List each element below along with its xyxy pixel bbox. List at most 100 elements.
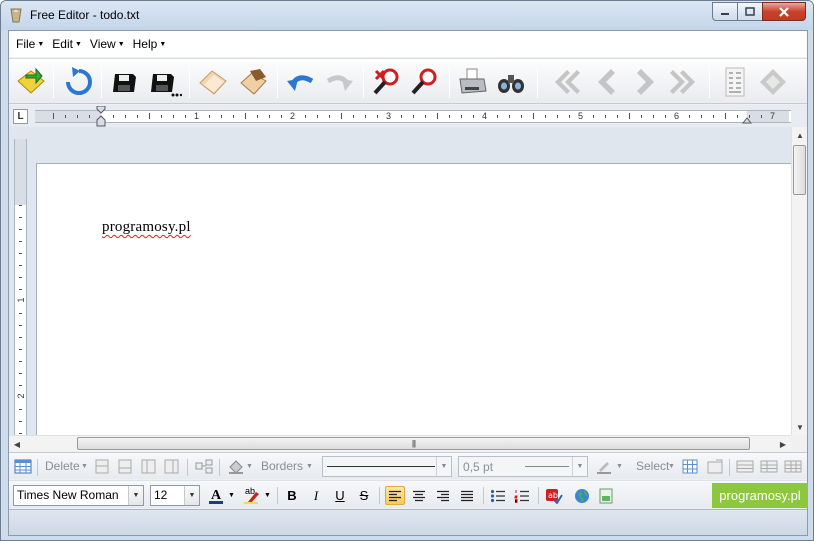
menu-file-label: File	[16, 37, 36, 51]
find-button[interactable]	[369, 64, 405, 100]
document-page[interactable]: programosy.pl	[36, 163, 792, 435]
diamond-button[interactable]	[755, 64, 791, 100]
vertical-scroll-thumb[interactable]	[793, 145, 806, 195]
horizontal-ruler[interactable]: 1 2 3 4 5 6 7	[35, 106, 791, 127]
maximize-button[interactable]	[737, 2, 763, 21]
vertical-scrollbar[interactable]: ▲ ▼	[791, 127, 807, 435]
underline-button[interactable]: U	[330, 486, 350, 505]
replace-button[interactable]	[407, 64, 443, 100]
font-name-combo[interactable]: Times New Roman ▼	[13, 485, 144, 506]
highlight-button[interactable]: ab	[240, 486, 260, 505]
chevron-down-icon[interactable]: ▼	[572, 457, 587, 476]
insert-column-right-icon[interactable]	[163, 458, 181, 475]
insert-row-above-icon[interactable]	[93, 458, 111, 475]
ruler-tick	[65, 115, 66, 118]
search-button[interactable]	[493, 64, 529, 100]
table-style-1-icon[interactable]	[736, 458, 754, 475]
save-icon	[113, 74, 136, 92]
save-as-button[interactable]	[147, 64, 183, 100]
menu-help[interactable]: Help ▼	[130, 37, 170, 51]
app-icon	[10, 8, 22, 23]
menu-view[interactable]: View ▼	[87, 37, 128, 51]
chevron-down-icon[interactable]: ▼	[128, 486, 143, 505]
bullet-list-button[interactable]	[488, 486, 508, 505]
insert-column-left-icon[interactable]	[140, 458, 158, 475]
table-properties-icon[interactable]	[706, 458, 724, 475]
ruler-tick	[641, 115, 642, 118]
align-left-button[interactable]	[385, 486, 405, 505]
last-page-button[interactable]	[665, 64, 701, 100]
document-text[interactable]: programosy.pl	[102, 219, 191, 236]
bold-button[interactable]: B	[282, 486, 302, 505]
ruler-tick	[113, 115, 114, 118]
spell-check-icon: ab	[546, 488, 563, 504]
page-layout-button[interactable]	[717, 64, 753, 100]
paste-button[interactable]	[235, 64, 271, 100]
align-right-button[interactable]	[433, 486, 453, 505]
redo-button[interactable]	[321, 64, 357, 100]
delete-label[interactable]: Delete	[45, 459, 80, 473]
undo-icon	[287, 75, 314, 91]
align-center-button[interactable]	[409, 486, 429, 505]
reload-button[interactable]	[61, 64, 97, 100]
table-style-3-icon[interactable]	[784, 458, 802, 475]
previous-page-icon	[598, 69, 615, 95]
select-label[interactable]: Select	[636, 459, 669, 473]
table-style-2-icon[interactable]	[760, 458, 778, 475]
undo-button[interactable]	[283, 64, 319, 100]
chevron-down-icon[interactable]: ▼	[668, 463, 675, 470]
spell-check-button[interactable]: ab	[544, 486, 564, 505]
scroll-down-icon[interactable]: ▼	[792, 419, 808, 435]
chevron-down-icon[interactable]: ▼	[81, 463, 88, 470]
insert-row-below-icon[interactable]	[116, 458, 134, 475]
first-page-button[interactable]	[549, 64, 585, 100]
justify-button[interactable]	[457, 486, 477, 505]
menu-edit[interactable]: Edit ▼	[49, 37, 85, 51]
title-bar[interactable]: Free Editor - todo.txt	[1, 1, 813, 30]
chevron-down-icon[interactable]: ▼	[306, 463, 313, 470]
close-button[interactable]	[762, 2, 806, 21]
copy-button[interactable]	[195, 64, 231, 100]
ruler-number: 1	[194, 111, 200, 121]
insert-table-icon[interactable]	[14, 458, 32, 475]
font-size-combo[interactable]: 12 ▼	[150, 485, 200, 506]
chevron-down-icon[interactable]: ▼	[246, 463, 253, 470]
print-button[interactable]	[455, 64, 491, 100]
border-width-combo[interactable]: 0,5 pt ▼	[458, 456, 588, 477]
next-page-button[interactable]	[627, 64, 663, 100]
new-document-button[interactable]	[13, 64, 49, 100]
chevron-down-icon[interactable]: ▼	[228, 492, 235, 499]
indent-marker-icon[interactable]	[96, 106, 106, 127]
font-color-button[interactable]: A	[206, 486, 226, 505]
justify-icon	[461, 490, 473, 501]
chevron-down-icon[interactable]: ▼	[616, 463, 623, 470]
save-button[interactable]	[107, 64, 143, 100]
borders-label[interactable]: Borders	[261, 459, 303, 473]
split-cells-icon[interactable]	[195, 458, 213, 475]
cell-shading-icon[interactable]	[227, 458, 245, 475]
scroll-left-icon[interactable]: ◀	[9, 436, 25, 452]
strikethrough-button[interactable]: S	[354, 486, 374, 505]
chevron-down-icon[interactable]: ▼	[184, 486, 199, 505]
vertical-ruler[interactable]: 12	[14, 139, 27, 435]
numbered-list-button[interactable]	[512, 486, 532, 505]
border-color-icon[interactable]	[595, 458, 613, 475]
previous-page-button[interactable]	[589, 64, 625, 100]
right-indent-marker-icon[interactable]	[742, 115, 752, 124]
table-grid-icon[interactable]	[681, 458, 699, 475]
chevron-down-icon[interactable]: ▼	[264, 492, 271, 499]
horizontal-scrollbar[interactable]: ◀ ||| ▶	[9, 435, 791, 451]
scroll-right-icon[interactable]: ▶	[775, 436, 791, 452]
chevron-down-icon: ▼	[117, 40, 125, 48]
horizontal-scroll-thumb[interactable]: |||	[77, 437, 750, 450]
insert-image-button[interactable]	[596, 486, 616, 505]
border-style-combo[interactable]: ▼	[322, 456, 452, 477]
chevron-down-icon[interactable]: ▼	[436, 457, 451, 476]
tab-stop-selector[interactable]: L	[13, 109, 28, 124]
menu-file[interactable]: File ▼	[13, 37, 47, 51]
minimize-button[interactable]	[712, 2, 738, 21]
italic-button[interactable]: I	[306, 486, 326, 505]
ruler-tick	[521, 115, 522, 118]
insert-link-button[interactable]	[572, 486, 592, 505]
scroll-up-icon[interactable]: ▲	[792, 127, 808, 143]
